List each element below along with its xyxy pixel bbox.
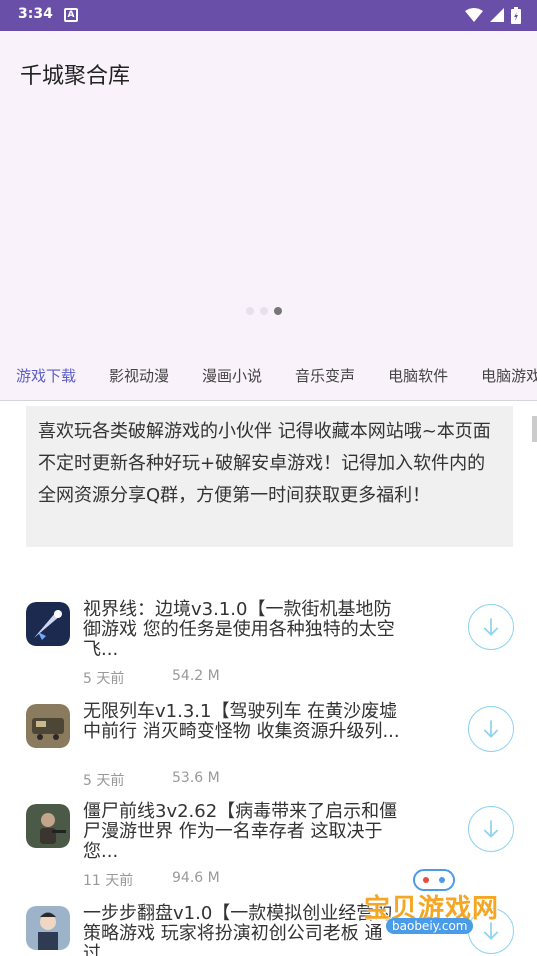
- update-time: 11 天前: [83, 873, 134, 889]
- tab-music-voice[interactable]: 音乐变声: [295, 365, 355, 386]
- tab-pc-software[interactable]: 电脑软件: [388, 365, 448, 386]
- file-size: 54.2 M: [172, 668, 220, 684]
- app-title: 千城聚合库: [20, 64, 131, 89]
- update-time: 5 天前: [83, 671, 125, 687]
- update-time: 5 天前: [83, 773, 125, 789]
- game-description: 僵尸前线3v2.62【病毒带来了启示和僵尸漫游世界 作为一名幸存者 这取决于您.…: [83, 801, 398, 862]
- train-game-icon: [26, 704, 70, 748]
- site-watermark: 宝贝游戏网 baobeiy.com: [360, 866, 510, 946]
- space-game-icon: [26, 602, 70, 646]
- game-description: 无限列车v1.3.1【驾驶列车 在黄沙废墟中前行 消灭畸变怪物 收集资源升级列.…: [83, 701, 400, 742]
- battery-icon: [511, 6, 521, 24]
- status-bar: 3:34 A: [0, 0, 537, 31]
- notice-banner: 喜欢玩各类破解游戏的小伙伴 记得收藏本网站哦~本页面不定时更新各种好玩+破解安卓…: [26, 406, 513, 547]
- tab-pc-games[interactable]: 电脑游戏: [481, 365, 537, 386]
- carousel-dot-active[interactable]: [274, 307, 282, 315]
- category-tabs: 游戏下载 影视动漫 漫画小说 音乐变声 电脑软件 电脑游戏: [0, 351, 537, 401]
- game-description: 视界线：边境v3.1.0【一款街机基地防御游戏 您的任务是使用各种独特的太空飞.…: [83, 599, 395, 660]
- download-button[interactable]: [468, 806, 514, 852]
- game-meta: 11 天前 94.6 M: [83, 870, 220, 890]
- download-button[interactable]: [468, 604, 514, 650]
- watermark-url: baobeiy.com: [386, 918, 474, 934]
- list-item[interactable]: 无限列车v1.3.1【驾驶列车 在黄沙废墟中前行 消灭畸变怪物 收集资源升级列.…: [0, 698, 537, 798]
- download-button[interactable]: [468, 706, 514, 752]
- zombie-game-icon: [26, 804, 70, 848]
- carousel-dot[interactable]: [260, 307, 268, 315]
- game-meta: 5 天前 53.6 M: [83, 770, 220, 790]
- list-item[interactable]: 视界线：边境v3.1.0【一款街机基地防御游戏 您的任务是使用各种独特的太空飞.…: [0, 596, 537, 696]
- tab-video-anime[interactable]: 影视动漫: [109, 365, 169, 386]
- notification-icon: A: [64, 8, 78, 22]
- carousel-indicator: [246, 307, 282, 315]
- tab-game-download[interactable]: 游戏下载: [16, 365, 76, 386]
- game-description: 一步步翻盘v1.0【一款模拟创业经营的策略游戏 玩家将扮演初创公司老板 通过..…: [83, 903, 393, 956]
- app-header: 千城聚合库: [0, 31, 537, 351]
- file-size: 53.6 M: [172, 770, 220, 786]
- business-game-icon: [26, 906, 70, 950]
- carousel-dot[interactable]: [246, 307, 254, 315]
- scrollbar[interactable]: [532, 416, 537, 442]
- tab-comic-novel[interactable]: 漫画小说: [202, 365, 262, 386]
- wifi-icon: [465, 8, 483, 22]
- status-time: 3:34: [18, 6, 53, 22]
- signal-icon: [490, 8, 504, 22]
- game-meta: 5 天前 54.2 M: [83, 668, 220, 688]
- system-icons: [465, 6, 521, 24]
- file-size: 94.6 M: [172, 870, 220, 886]
